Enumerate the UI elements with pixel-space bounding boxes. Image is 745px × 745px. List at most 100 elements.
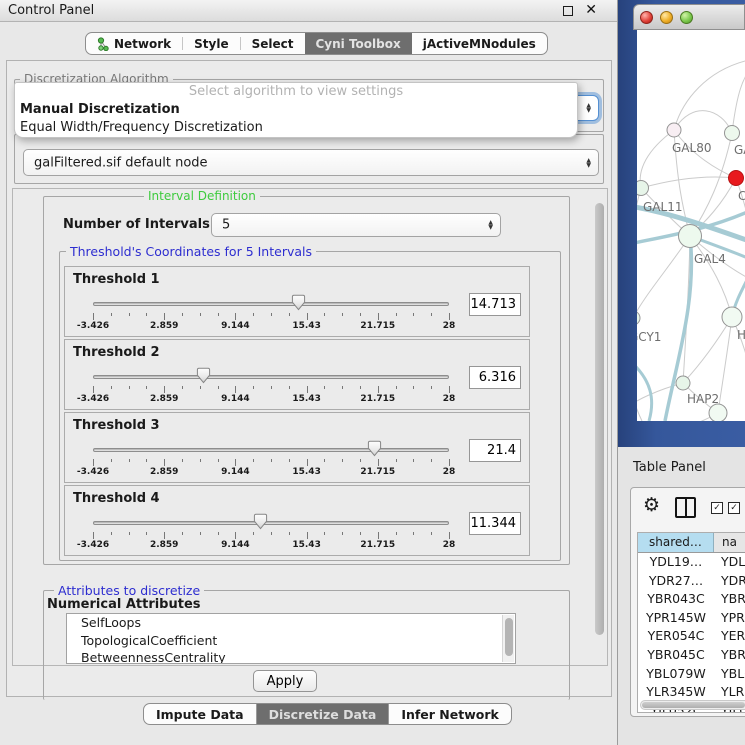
list-item[interactable]: SelfLoops	[67, 614, 515, 632]
horizontal-scrollbar-thumb[interactable]	[642, 702, 745, 708]
table-row[interactable]: YDR27…YDR2	[638, 572, 745, 591]
threshold-2-label: Threshold 2	[73, 345, 160, 360]
tab-style[interactable]: Style	[183, 33, 239, 54]
edge	[732, 68, 745, 133]
threshold-3-label: Threshold 3	[73, 418, 160, 433]
spinner-icon: ▲▼	[488, 220, 493, 230]
network-window-titlebar[interactable]	[633, 4, 745, 30]
network-node[interactable]	[676, 376, 690, 390]
cell-shared-name[interactable]: YBL079W	[638, 665, 714, 684]
thresholds-group-label: Threshold's Coordinates for 5 Intervals	[66, 244, 316, 259]
horizontal-scrollbar[interactable]	[640, 700, 745, 710]
threshold-1-slider[interactable]: -3.4262.8599.14415.4321.71528	[93, 297, 449, 335]
list-item[interactable]: TopologicalCoefficient	[67, 632, 515, 650]
list-scrollbar-thumb[interactable]	[505, 618, 513, 656]
apply-button[interactable]: Apply	[253, 670, 317, 692]
dropdown-option-manual[interactable]: Manual Discretization	[15, 101, 577, 119]
network-node-selected[interactable]	[729, 171, 744, 186]
cell-shared-name[interactable]: YER054C	[638, 627, 714, 646]
tick-label: 9.144	[221, 394, 249, 404]
vertical-scrollbar-thumb[interactable]	[595, 203, 604, 635]
table-data-combo[interactable]: galFiltered.sif default node ▲▼	[23, 149, 599, 176]
threshold-2-value-input[interactable]	[469, 366, 521, 389]
checkbox-icon[interactable]: ✓	[711, 502, 723, 514]
cell-shared-name[interactable]: YLR345W	[638, 683, 714, 702]
numerical-attributes-list[interactable]: SelfLoops TopologicalCoefficient Between…	[66, 613, 516, 664]
interval-definition-label: Interval Definition	[144, 189, 260, 203]
split-view-icon[interactable]	[675, 497, 696, 518]
column-header-shared[interactable]: shared…	[638, 533, 714, 552]
num-intervals-combo[interactable]: 5 ▲▼	[211, 213, 501, 237]
tab-select[interactable]: Select	[241, 33, 305, 54]
table-row[interactable]: YLR345WYLR3	[638, 683, 745, 702]
threshold-2-slider[interactable]: -3.4262.8599.14415.4321.71528	[93, 370, 449, 408]
slider-track[interactable]	[93, 375, 449, 379]
close-traffic-light[interactable]	[640, 11, 653, 24]
threshold-3-value-input[interactable]	[469, 439, 521, 462]
zoom-traffic-light[interactable]	[680, 11, 693, 24]
network-graph[interactable]: GAL80GACGAL11GAL4GCY1HHAP2	[637, 30, 745, 421]
cell-name[interactable]: YER0	[714, 627, 745, 646]
network-node[interactable]	[709, 404, 727, 421]
tab-label: Impute Data	[156, 707, 244, 722]
network-node[interactable]	[667, 123, 681, 137]
tab-jactivemnodules[interactable]: jActiveMNodules	[412, 33, 547, 54]
slider-thumb[interactable]	[291, 294, 306, 315]
list-item[interactable]: BetweennessCentrality	[67, 649, 515, 664]
threshold-1-value-input[interactable]	[469, 293, 521, 316]
algorithm-dropdown-popup: Select algorithm to view settings Manual…	[14, 82, 578, 138]
minimize-traffic-light[interactable]	[660, 11, 673, 24]
table-row[interactable]: YBR045CYBR0	[638, 646, 745, 665]
tick-label: 28	[443, 540, 456, 550]
slider-thumb[interactable]	[253, 513, 268, 534]
tab-label: Network	[114, 37, 171, 51]
column-header-name[interactable]: na	[714, 533, 745, 552]
table-row[interactable]: YBL079WYBL0	[638, 665, 745, 684]
network-canvas[interactable]: GAL80GACGAL11GAL4GCY1HHAP2	[637, 30, 745, 421]
tick-label: 28	[443, 321, 456, 331]
dropdown-option-equal-width[interactable]: Equal Width/Frequency Discretization	[15, 119, 577, 137]
network-node[interactable]	[637, 181, 649, 196]
table-row[interactable]: YBR043CYBR0	[638, 590, 745, 609]
table-row[interactable]: YPR145WYPR1	[638, 609, 745, 628]
cell-shared-name[interactable]: YBR043C	[638, 590, 714, 609]
slider-track[interactable]	[93, 448, 449, 452]
attributes-group-label: Attributes to discretize	[54, 583, 204, 598]
cell-name[interactable]: YPR1	[714, 609, 745, 628]
cell-name[interactable]: YBR0	[714, 646, 745, 665]
cell-shared-name[interactable]: YDR27…	[638, 572, 714, 591]
tab-network[interactable]: Network	[86, 33, 182, 54]
network-node[interactable]	[679, 225, 702, 248]
checkbox-icon[interactable]: ✓	[728, 502, 740, 514]
tab-discretize-data[interactable]: Discretize Data	[257, 704, 389, 724]
slider-thumb[interactable]	[196, 367, 211, 388]
cell-shared-name[interactable]: YDL19…	[638, 553, 714, 572]
tab-cyni-toolbox[interactable]: Cyni Toolbox	[305, 33, 412, 54]
tab-infer-network[interactable]: Infer Network	[389, 704, 511, 724]
cell-name[interactable]: YDL1	[714, 553, 745, 572]
cell-name[interactable]: YLR3	[714, 683, 745, 702]
threshold-3-slider[interactable]: -3.4262.8599.14415.4321.71528	[93, 443, 449, 481]
threshold-4-slider[interactable]: -3.4262.8599.14415.4321.71528	[93, 516, 449, 554]
cell-name[interactable]: YBL0	[714, 665, 745, 684]
slider-track[interactable]	[93, 521, 449, 525]
tab-impute-data[interactable]: Impute Data	[144, 704, 256, 724]
threshold-4-value-input[interactable]	[469, 512, 521, 535]
slider-thumb[interactable]	[367, 440, 382, 461]
close-icon[interactable]: ✕	[585, 2, 597, 18]
cell-name[interactable]: YDR2	[714, 572, 745, 591]
float-window-icon[interactable]	[563, 6, 573, 16]
node-label: GAL11	[643, 200, 682, 214]
gear-icon[interactable]: ⚙	[643, 494, 660, 516]
table-row[interactable]: YDL19…YDL1	[638, 553, 745, 572]
cell-shared-name[interactable]: YPR145W	[638, 609, 714, 628]
slider-track[interactable]	[93, 302, 449, 306]
list-scrollbar[interactable]	[502, 615, 514, 662]
network-node[interactable]	[725, 126, 740, 141]
cell-shared-name[interactable]: YBR045C	[638, 646, 714, 665]
threshold-4-label: Threshold 4	[73, 491, 160, 506]
cell-name[interactable]: YBR0	[714, 590, 745, 609]
table-row[interactable]: YER054CYER0	[638, 627, 745, 646]
network-node[interactable]	[722, 307, 742, 327]
network-node[interactable]	[637, 311, 640, 325]
